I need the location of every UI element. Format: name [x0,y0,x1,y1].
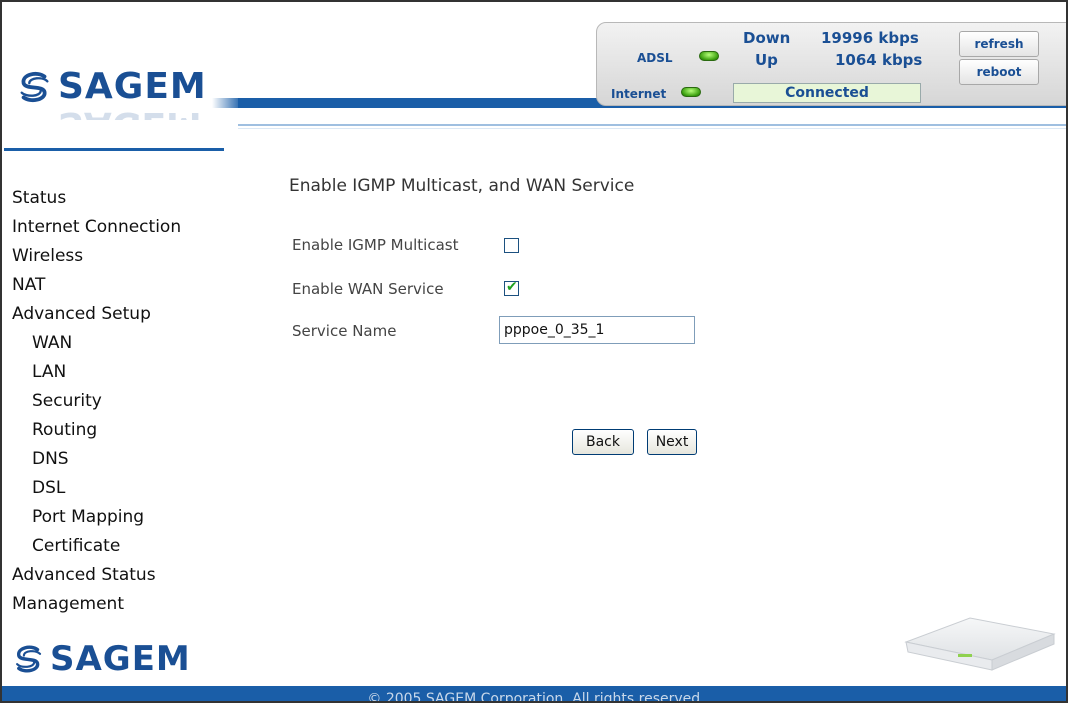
reboot-button[interactable]: reboot [959,59,1039,85]
igmp-multicast-label: Enable IGMP Multicast [292,236,459,254]
adsl-led-icon [699,51,719,61]
sidebar-item-certificate[interactable]: Certificate [12,532,232,561]
sagem-logo: SAGEM [16,68,207,106]
connection-status-text: Connected [733,83,921,103]
sidebar-item-routing[interactable]: Routing [12,416,232,445]
refresh-button[interactable]: refresh [959,31,1039,57]
sidebar-item-advanced-setup[interactable]: Advanced Setup [12,300,232,329]
sidebar-item-management[interactable]: Management [12,590,232,619]
wan-service-checkbox[interactable]: ✔ [504,279,519,296]
sidebar-item-lan[interactable]: LAN [12,358,232,387]
sagem-logo-text: SAGEM [58,66,207,107]
sidebar-nav: Status Internet Connection Wireless NAT … [12,184,232,619]
footer-copyright: © 2005 SAGEM Corporation. All rights res… [2,686,1066,701]
sagem-swirl-icon [16,645,42,673]
igmp-multicast-checkbox[interactable] [504,238,519,253]
internet-label: Internet [611,87,667,101]
header-divider [238,124,1066,126]
internet-led-icon [681,87,701,97]
router-admin-page: SAGEM SAGEM ADSL Internet Down 19996 kbp… [0,0,1068,703]
down-label: Down [743,29,791,47]
adsl-label: ADSL [637,51,673,65]
header-divider-light [238,128,1066,129]
sagem-logo-bottom: SAGEM [12,642,191,676]
connection-status-panel: ADSL Internet Down 19996 kbps Up 1064 kb… [596,22,1066,106]
sidebar-item-status[interactable]: Status [12,184,232,213]
logo-reflection: SAGEM [16,106,226,120]
down-value: 19996 kbps [821,29,919,47]
sidebar-item-dns[interactable]: DNS [12,445,232,474]
sidebar-item-security[interactable]: Security [12,387,232,416]
sagem-swirl-icon [20,71,49,103]
router-device-image [904,617,1056,671]
back-button[interactable]: Back [572,429,634,455]
sidebar-item-advanced-status[interactable]: Advanced Status [12,561,232,590]
sidebar-item-internet-connection[interactable]: Internet Connection [12,213,232,242]
next-button[interactable]: Next [647,429,697,455]
sidebar-item-wireless[interactable]: Wireless [12,242,232,271]
page-title: Enable IGMP Multicast, and WAN Service [289,176,635,196]
wan-service-label: Enable WAN Service [292,280,444,298]
service-name-input[interactable]: pppoe_0_35_1 [499,316,695,344]
sagem-logo-text: SAGEM [50,639,191,679]
sidebar-item-port-mapping[interactable]: Port Mapping [12,503,232,532]
sidebar-item-wan[interactable]: WAN [12,329,232,358]
checkmark-icon: ✔ [506,279,518,295]
sidebar-item-nat[interactable]: NAT [12,271,232,300]
sidebar-top-rule [4,148,224,151]
up-label: Up [755,51,778,69]
sidebar-item-dsl[interactable]: DSL [12,474,232,503]
up-value: 1064 kbps [835,51,923,69]
service-name-label: Service Name [292,322,397,340]
